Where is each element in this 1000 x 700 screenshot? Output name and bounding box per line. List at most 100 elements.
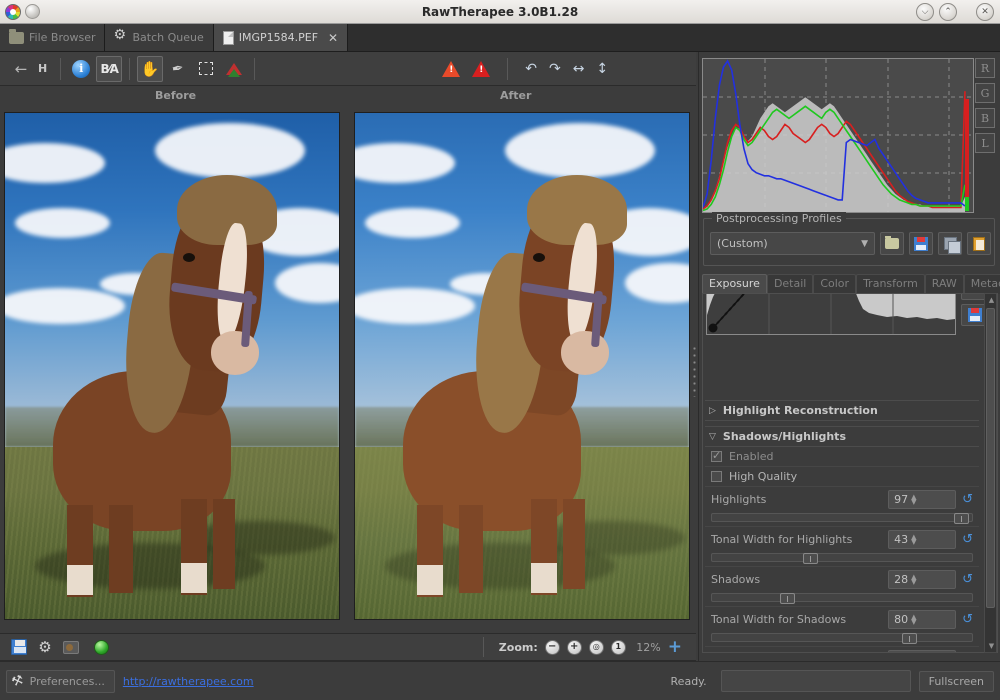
spinner-arrows-icon[interactable]: ▲▼: [911, 495, 920, 505]
before-after-button[interactable]: B⁄A: [96, 56, 122, 82]
scrollbar-thumb[interactable]: [986, 308, 995, 608]
highlights-value-field[interactable]: 97 ▲▼: [888, 490, 956, 509]
tool-panel-scrollbar[interactable]: ▲ ▼: [984, 293, 997, 653]
tonal-width-highlights-slider-track[interactable]: [711, 553, 973, 562]
reset-shadows-icon[interactable]: ↺: [962, 573, 973, 586]
high-quality-row[interactable]: High Quality: [705, 467, 979, 487]
scroll-up-arrow-icon[interactable]: ▲: [987, 295, 996, 305]
preferences-button[interactable]: ⚒ Preferences...: [6, 670, 115, 693]
histogram-toggle-b[interactable]: B: [975, 108, 995, 128]
flip-horizontal-icon[interactable]: ↔: [573, 61, 585, 77]
enabled-checkbox[interactable]: [711, 451, 722, 462]
histogram-toggle-g[interactable]: G: [975, 83, 995, 103]
zoom-fit-button[interactable]: ◎: [589, 640, 604, 655]
tab-transform[interactable]: Transform: [856, 274, 925, 294]
tab-metadata[interactable]: Metadata: [964, 274, 1000, 294]
chevron-down-icon: ▽: [709, 432, 716, 442]
histogram-channel-toggles: R G B L: [975, 58, 995, 153]
panel-resize-handle[interactable]: [690, 108, 698, 633]
highlights-slider-track[interactable]: [711, 513, 973, 522]
enabled-row[interactable]: Enabled: [705, 447, 979, 467]
tab-close-icon[interactable]: ✕: [328, 31, 338, 45]
histogram-toggle-l[interactable]: L: [975, 133, 995, 153]
tonal-width-shadows-value-field[interactable]: 80 ▲▼: [888, 610, 956, 629]
spinner-arrows-icon[interactable]: ▲▼: [911, 615, 920, 625]
tab-raw[interactable]: RAW: [925, 274, 964, 294]
copy-icon: [944, 237, 957, 250]
shadows-highlights-header[interactable]: ▽ Shadows/Highlights: [705, 426, 979, 447]
copy-profile-button[interactable]: [938, 232, 962, 255]
shadows-slider-track[interactable]: [711, 593, 973, 602]
highlight-clipping-warning-icon[interactable]: [472, 61, 490, 77]
before-preview-pane[interactable]: [4, 112, 340, 620]
histogram-panel[interactable]: [702, 58, 974, 213]
fullscreen-button[interactable]: Fullscreen: [919, 671, 994, 692]
rotate-left-icon[interactable]: ↶: [525, 61, 537, 77]
load-profile-button[interactable]: [880, 232, 904, 255]
section-title: Shadows/Highlights: [723, 430, 846, 443]
processing-settings-button[interactable]: ⚙: [32, 634, 58, 660]
hand-tool-button[interactable]: ✋: [137, 56, 163, 82]
gear-icon: [114, 31, 127, 44]
straighten-tool-button[interactable]: [221, 56, 247, 82]
history-toggle-label[interactable]: H: [36, 62, 53, 75]
tab-detail[interactable]: Detail: [767, 274, 813, 294]
reset-tonal-width-highlights-icon[interactable]: ↺: [962, 533, 973, 546]
save-icon: [968, 308, 982, 322]
spinner-arrows-icon[interactable]: ▲▼: [911, 575, 920, 585]
minimize-button[interactable]: ⌵: [916, 3, 934, 21]
back-to-browser-button[interactable]: ←: [8, 56, 34, 82]
tab-batch-queue[interactable]: Batch Queue: [105, 24, 213, 51]
horse-sock: [181, 563, 207, 593]
postprocessing-profiles-title: Postprocessing Profiles: [712, 212, 846, 225]
window-menu-icon[interactable]: [25, 4, 40, 19]
tool-tab-bar: Exposure Detail Color Transform RAW Meta…: [702, 274, 998, 294]
shadow-clipping-warning-icon[interactable]: [442, 61, 460, 77]
chevron-down-icon: ▼: [861, 239, 868, 249]
slider-knob[interactable]: [803, 553, 818, 564]
flip-vertical-icon[interactable]: ↕: [596, 61, 608, 77]
scroll-down-arrow-icon[interactable]: ▼: [987, 641, 996, 651]
editor-bottom-bar: ⚙ Zoom: − + ◎ 1 12% +: [0, 633, 696, 661]
crop-tool-button[interactable]: [193, 56, 219, 82]
save-profile-button[interactable]: [909, 232, 933, 255]
slider-knob[interactable]: [780, 593, 795, 604]
pane-divider[interactable]: [344, 108, 350, 633]
paste-profile-button[interactable]: [967, 232, 991, 255]
tab-file-browser[interactable]: File Browser: [0, 24, 105, 51]
shadows-value-field[interactable]: 28 ▲▼: [888, 570, 956, 589]
after-preview-pane[interactable]: [354, 112, 690, 620]
high-quality-checkbox[interactable]: [711, 471, 722, 482]
highlight-reconstruction-header[interactable]: ▷ Highlight Reconstruction: [705, 400, 979, 421]
zoom-out-button[interactable]: −: [545, 640, 560, 655]
tonal-width-shadows-slider-track[interactable]: [711, 633, 973, 642]
status-progress-field: [721, 670, 911, 692]
close-button[interactable]: ✕: [976, 3, 994, 21]
tab-editor-imgp1584[interactable]: IMGP1584.PEF ✕: [214, 24, 348, 51]
rotate-right-icon[interactable]: ↷: [549, 61, 561, 77]
add-panel-icon[interactable]: +: [668, 639, 682, 656]
website-link[interactable]: http://rawtherapee.com: [123, 675, 254, 688]
maximize-button[interactable]: ⌃: [939, 3, 957, 21]
zoom-100-button[interactable]: 1: [611, 640, 626, 655]
tab-color[interactable]: Color: [813, 274, 856, 294]
add-to-queue-button[interactable]: [58, 634, 84, 660]
profile-buttons: [880, 232, 991, 255]
local-contrast-value-field[interactable]: 0 ▲▼: [888, 650, 956, 653]
histogram-chart: [703, 59, 973, 212]
profile-select[interactable]: (Custom) ▼: [710, 232, 875, 255]
info-button[interactable]: i: [68, 56, 94, 82]
tone-curve-editor[interactable]: [706, 293, 956, 335]
slider-label: Shadows: [711, 573, 888, 586]
reset-highlights-icon[interactable]: ↺: [962, 493, 973, 506]
tab-exposure[interactable]: Exposure: [702, 274, 767, 294]
slider-knob[interactable]: [954, 513, 969, 524]
white-balance-picker-button[interactable]: ✒: [165, 56, 191, 82]
zoom-in-button[interactable]: +: [567, 640, 582, 655]
save-image-button[interactable]: [6, 634, 32, 660]
tonal-width-highlights-value-field[interactable]: 43 ▲▼: [888, 530, 956, 549]
histogram-toggle-r[interactable]: R: [975, 58, 995, 78]
reset-tonal-width-shadows-icon[interactable]: ↺: [962, 613, 973, 626]
slider-knob[interactable]: [902, 633, 917, 644]
spinner-arrows-icon[interactable]: ▲▼: [911, 535, 920, 545]
